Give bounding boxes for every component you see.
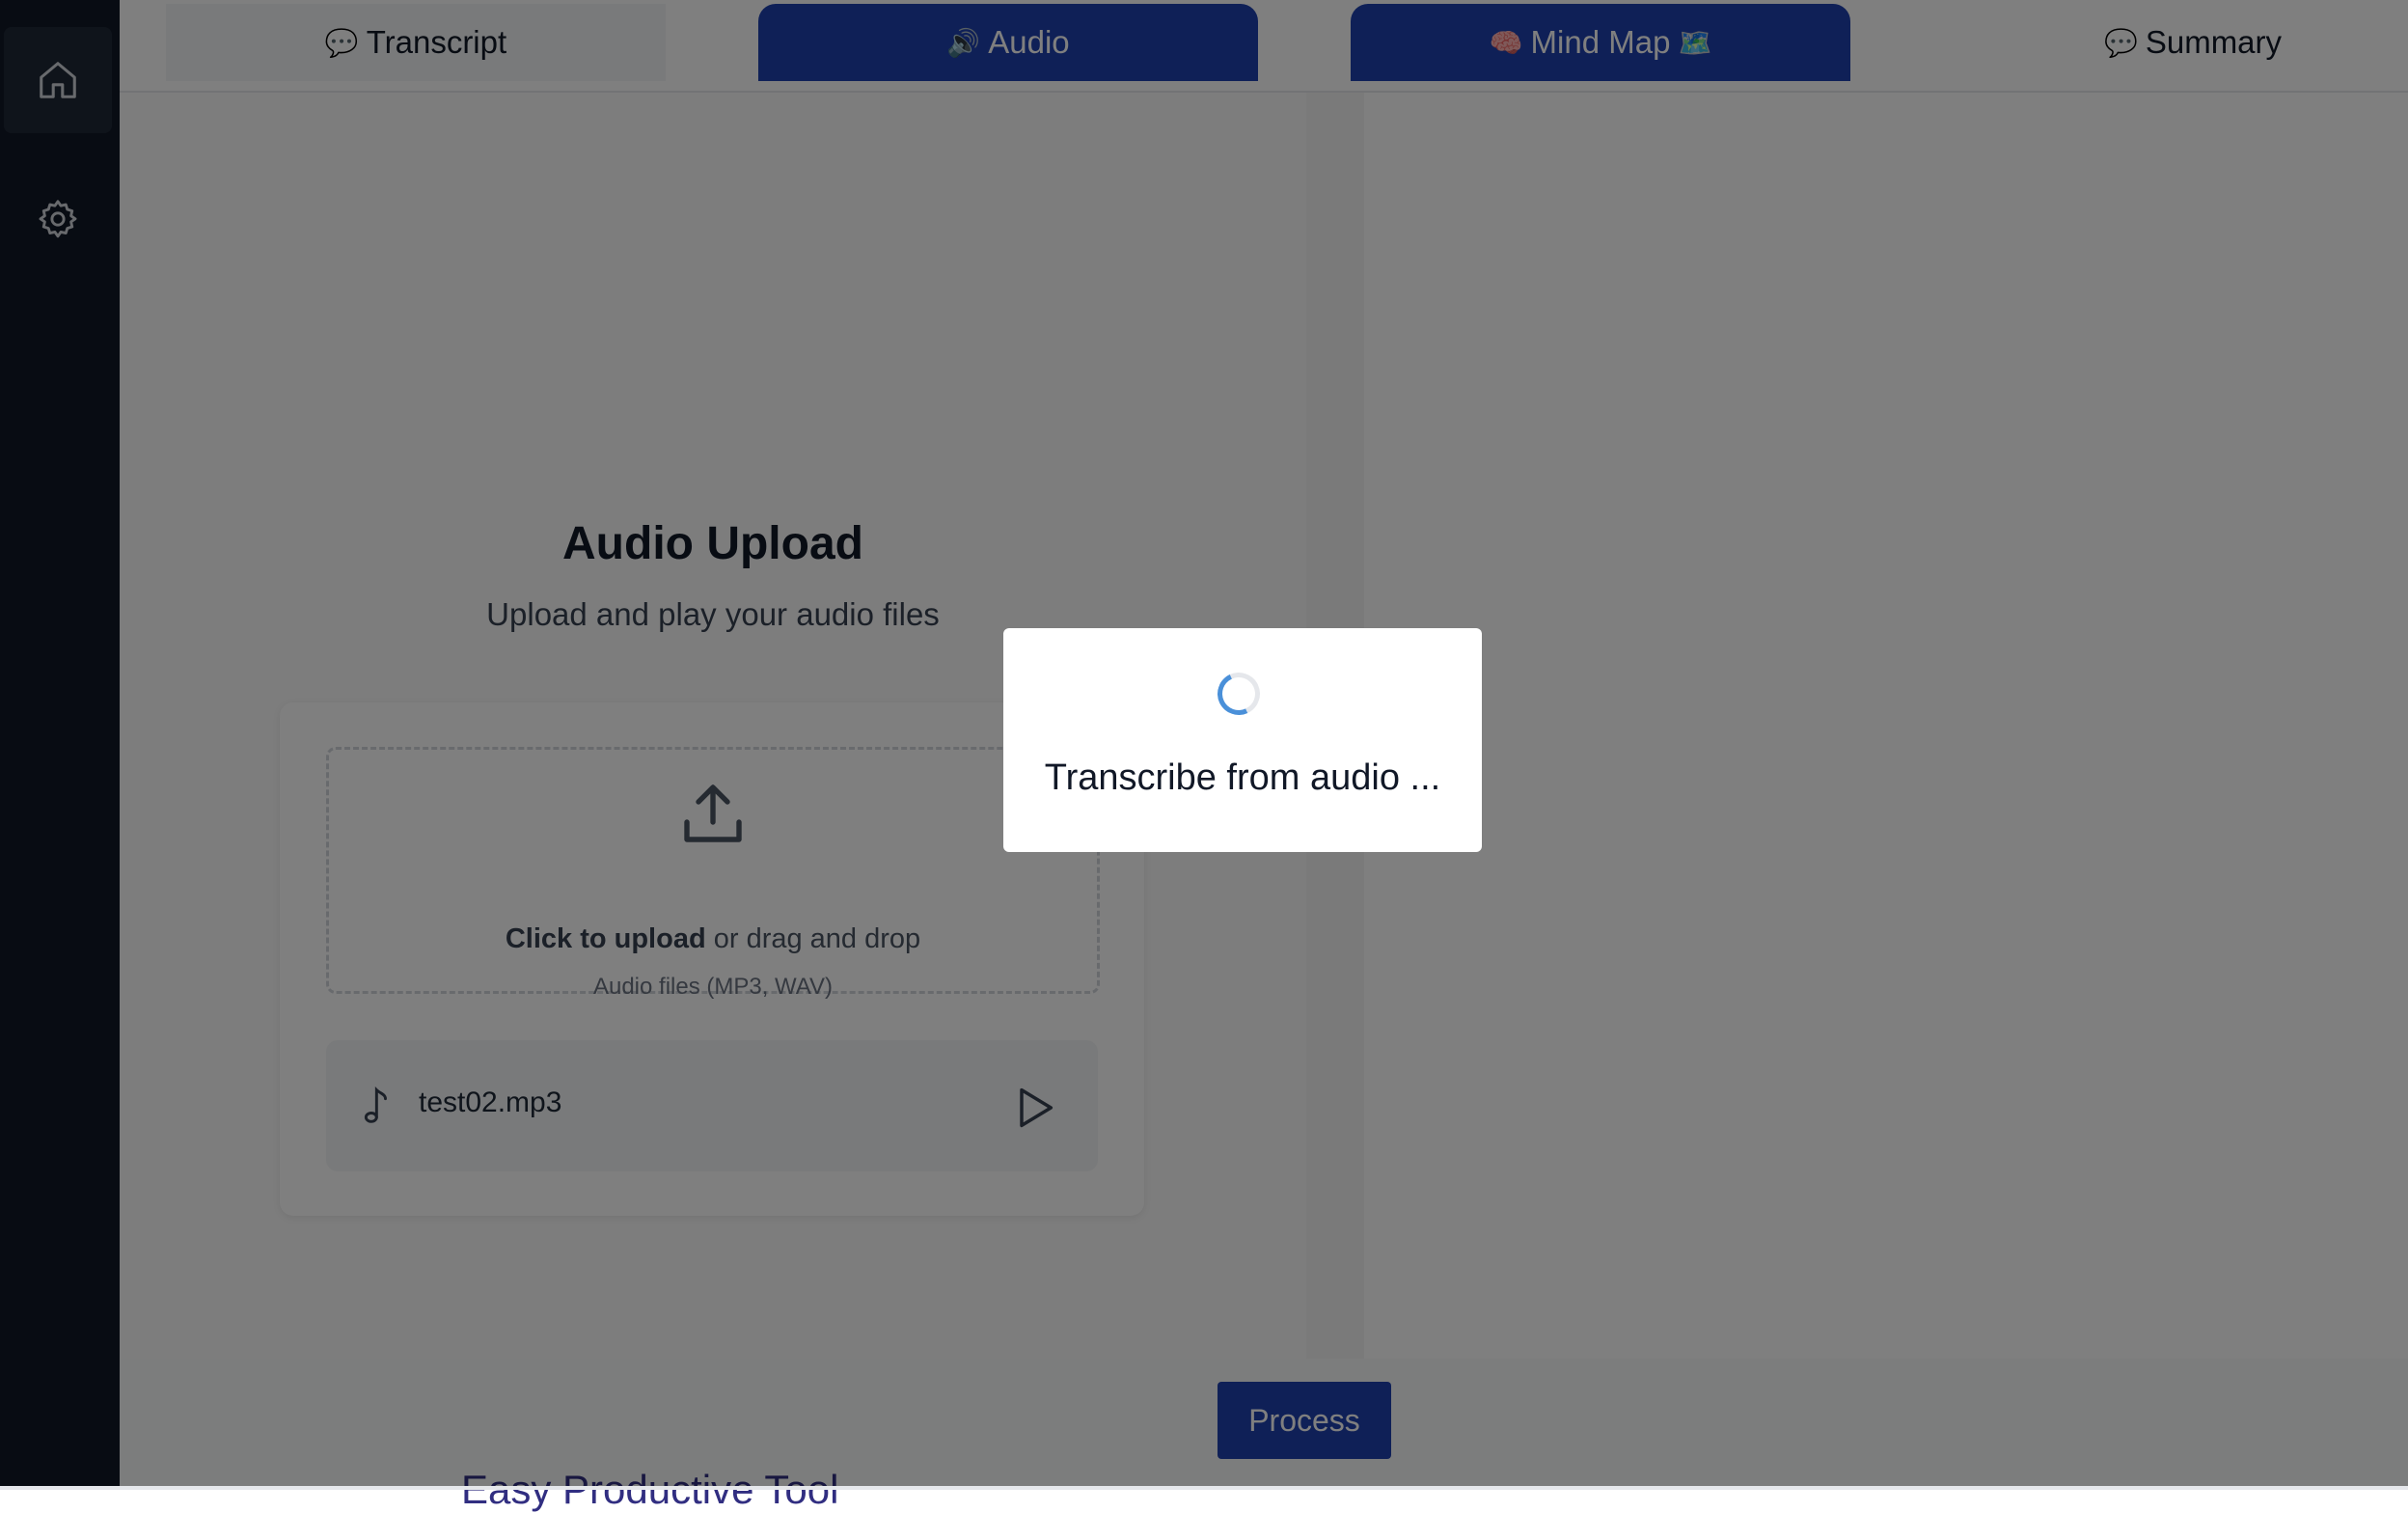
window-bottom-edge [0, 1486, 2408, 1490]
loading-spinner-icon [1211, 666, 1267, 722]
loading-modal: Transcribe from audio ... [1003, 628, 1482, 852]
loading-message: Transcribe from audio ... [1044, 757, 1441, 798]
